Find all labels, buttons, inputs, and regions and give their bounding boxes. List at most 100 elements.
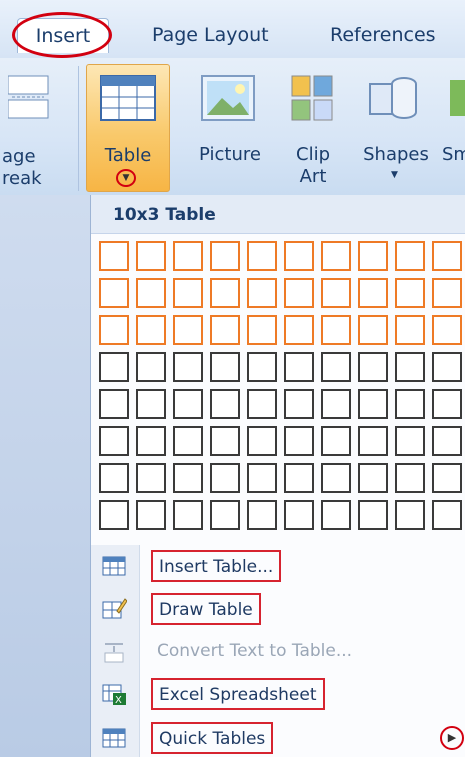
submenu-arrow-icon[interactable]: ▶: [440, 726, 464, 750]
grid-cell[interactable]: [210, 389, 240, 419]
page-break-button[interactable]: age reak: [2, 146, 52, 190]
grid-cell[interactable]: [432, 463, 462, 493]
grid-cell[interactable]: [210, 463, 240, 493]
grid-cell[interactable]: [358, 278, 388, 308]
grid-cell[interactable]: [395, 352, 425, 382]
grid-cell[interactable]: [99, 352, 129, 382]
grid-cell[interactable]: [136, 500, 166, 530]
grid-cell[interactable]: [173, 500, 203, 530]
grid-cell[interactable]: [173, 389, 203, 419]
grid-cell[interactable]: [284, 426, 314, 456]
grid-cell[interactable]: [173, 241, 203, 271]
grid-cell[interactable]: [136, 315, 166, 345]
grid-cell[interactable]: [136, 389, 166, 419]
grid-cell[interactable]: [432, 315, 462, 345]
grid-cell[interactable]: [432, 389, 462, 419]
convert-text-menu-item: Convert Text to Table...: [157, 641, 353, 661]
grid-cell[interactable]: [210, 426, 240, 456]
grid-cell[interactable]: [395, 278, 425, 308]
grid-cell[interactable]: [284, 315, 314, 345]
grid-cell[interactable]: [173, 278, 203, 308]
grid-cell[interactable]: [99, 315, 129, 345]
grid-cell[interactable]: [432, 352, 462, 382]
grid-cell[interactable]: [136, 352, 166, 382]
table-icon: [100, 75, 156, 121]
grid-cell[interactable]: [321, 463, 351, 493]
grid-cell[interactable]: [284, 352, 314, 382]
convert-text-icon: [101, 640, 127, 664]
grid-cell[interactable]: [210, 241, 240, 271]
grid-cell[interactable]: [395, 463, 425, 493]
grid-cell[interactable]: [136, 278, 166, 308]
grid-cell[interactable]: [432, 426, 462, 456]
insert-table-menu-item[interactable]: Insert Table...: [151, 550, 282, 582]
grid-cell[interactable]: [358, 389, 388, 419]
grid-cell[interactable]: [321, 500, 351, 530]
shapes-dropdown-icon[interactable]: ▼: [391, 170, 398, 180]
grid-cell[interactable]: [284, 500, 314, 530]
tab-references[interactable]: References: [330, 18, 436, 52]
clip-art-button[interactable]: Clip Art: [280, 144, 346, 188]
shapes-button[interactable]: Shapes: [356, 144, 436, 166]
grid-cell[interactable]: [99, 463, 129, 493]
grid-cell[interactable]: [247, 500, 277, 530]
table-button[interactable]: Table ▼: [86, 64, 170, 192]
grid-cell[interactable]: [210, 500, 240, 530]
grid-cell[interactable]: [210, 278, 240, 308]
grid-cell[interactable]: [173, 463, 203, 493]
grid-cell[interactable]: [173, 426, 203, 456]
grid-cell[interactable]: [395, 315, 425, 345]
grid-cell[interactable]: [321, 426, 351, 456]
grid-cell[interactable]: [247, 278, 277, 308]
grid-cell[interactable]: [358, 315, 388, 345]
chevron-down-icon[interactable]: ▼: [116, 169, 136, 187]
grid-cell[interactable]: [284, 389, 314, 419]
tab-page-layout[interactable]: Page Layout: [152, 18, 269, 52]
grid-cell[interactable]: [284, 278, 314, 308]
grid-cell[interactable]: [321, 389, 351, 419]
grid-cell[interactable]: [395, 426, 425, 456]
grid-cell[interactable]: [136, 241, 166, 271]
grid-cell[interactable]: [99, 389, 129, 419]
grid-cell[interactable]: [432, 241, 462, 271]
grid-cell[interactable]: [247, 389, 277, 419]
grid-cell[interactable]: [358, 352, 388, 382]
grid-cell[interactable]: [210, 352, 240, 382]
grid-cell[interactable]: [432, 278, 462, 308]
grid-cell[interactable]: [247, 426, 277, 456]
grid-cell[interactable]: [99, 241, 129, 271]
grid-cell[interactable]: [321, 352, 351, 382]
grid-cell[interactable]: [321, 278, 351, 308]
grid-cell[interactable]: [247, 241, 277, 271]
grid-cell[interactable]: [136, 426, 166, 456]
grid-cell[interactable]: [99, 500, 129, 530]
grid-cell[interactable]: [358, 241, 388, 271]
picture-button[interactable]: Picture: [190, 144, 270, 166]
grid-cell[interactable]: [284, 241, 314, 271]
grid-cell[interactable]: [358, 463, 388, 493]
grid-cell[interactable]: [358, 500, 388, 530]
grid-cell[interactable]: [247, 463, 277, 493]
grid-cell[interactable]: [210, 315, 240, 345]
grid-cell[interactable]: [99, 426, 129, 456]
quick-tables-menu-item[interactable]: Quick Tables: [151, 722, 274, 754]
grid-cell[interactable]: [358, 426, 388, 456]
grid-cell[interactable]: [247, 352, 277, 382]
grid-cell[interactable]: [395, 241, 425, 271]
grid-cell[interactable]: [173, 352, 203, 382]
grid-cell[interactable]: [284, 463, 314, 493]
grid-cell[interactable]: [395, 389, 425, 419]
smartart-button[interactable]: Sm: [442, 144, 465, 166]
clip-art-label-1: Clip: [296, 144, 330, 165]
grid-cell[interactable]: [395, 500, 425, 530]
grid-cell[interactable]: [321, 315, 351, 345]
grid-cell[interactable]: [136, 463, 166, 493]
draw-table-menu-item[interactable]: Draw Table: [151, 593, 261, 625]
grid-cell[interactable]: [432, 500, 462, 530]
grid-cell[interactable]: [99, 278, 129, 308]
clip-art-label-2: Art: [299, 166, 327, 187]
excel-spreadsheet-menu-item[interactable]: Excel Spreadsheet: [151, 678, 325, 710]
grid-cell[interactable]: [173, 315, 203, 345]
grid-cell[interactable]: [247, 315, 277, 345]
grid-cell[interactable]: [321, 241, 351, 271]
